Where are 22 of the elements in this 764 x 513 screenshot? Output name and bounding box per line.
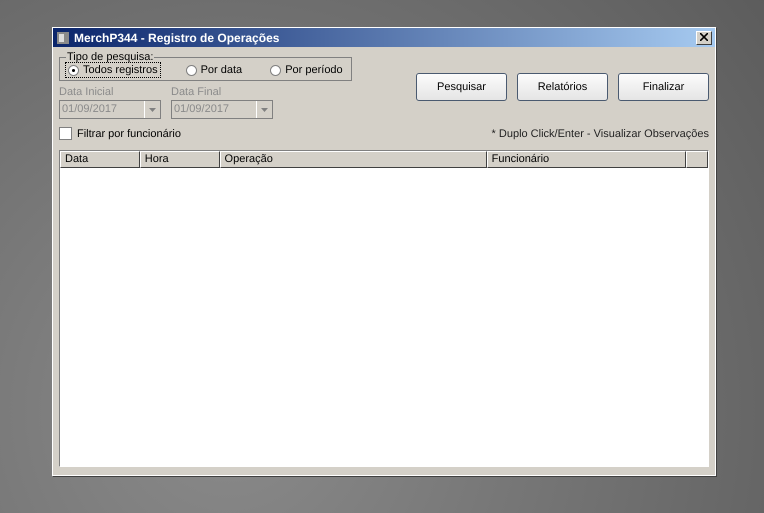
column-header[interactable] [686,151,708,168]
filter-checkbox[interactable]: Filtrar por funcionário [59,127,181,140]
action-button[interactable]: Finalizar [618,73,709,101]
action-button[interactable]: Relatórios [517,73,608,101]
radio-option[interactable]: Por período [268,63,345,77]
close-icon [700,32,708,40]
hint-text: * Duplo Click/Enter - Visualizar Observações [492,128,709,140]
radio-option[interactable]: Todos registros [66,63,160,77]
app-icon [56,30,70,44]
close-button[interactable] [696,30,712,44]
caret-icon [261,108,268,112]
action-button[interactable]: Pesquisar [416,73,507,101]
column-header[interactable]: Funcionário [486,151,686,168]
field-label: Data Inicial [59,86,114,98]
column-header[interactable]: Hora [140,151,220,168]
radio-option[interactable]: Por data [184,63,244,77]
column-header[interactable]: Data [60,151,140,168]
caret-icon [149,108,156,112]
field-label: Data Final [171,86,222,98]
window-title: MerchP344 - Registro de Operações [74,30,280,44]
group-label: Tipo de pesquisa: [66,51,154,63]
column-header[interactable]: Operação [220,151,487,168]
